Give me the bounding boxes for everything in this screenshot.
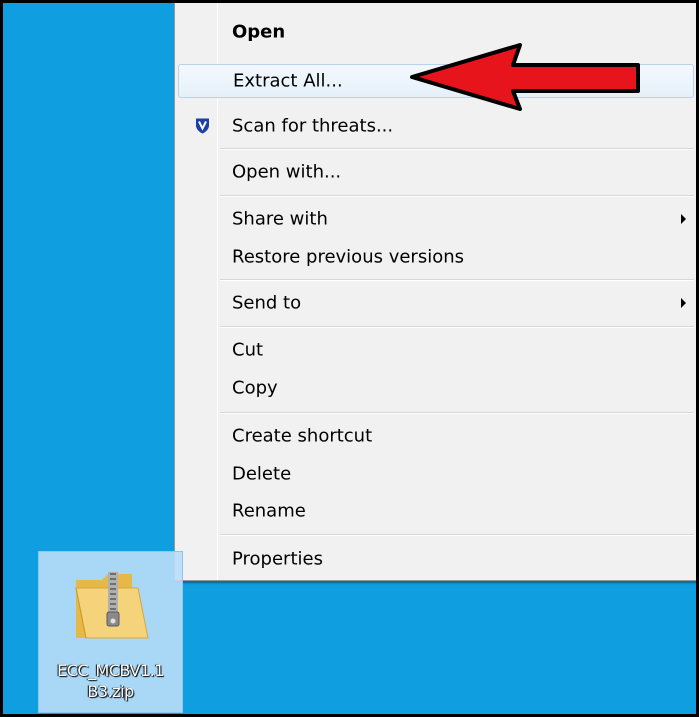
menu-separator <box>220 412 694 414</box>
menu-item-label: Scan for threats... <box>232 115 394 137</box>
menu-separator <box>220 534 694 536</box>
menu-item-label: Send to <box>232 292 302 314</box>
menu-item-rename[interactable]: Rename <box>178 494 694 528</box>
menu-item-label: Restore previous versions <box>232 246 465 268</box>
menu-item-copy[interactable]: Copy <box>178 371 694 405</box>
menu-separator <box>220 279 694 281</box>
submenu-arrow-icon <box>681 298 686 308</box>
menu-item-open-with[interactable]: Open with... <box>178 155 694 189</box>
menu-item-label: Extract All... <box>233 70 343 92</box>
menu-item-share-with[interactable]: Share with <box>178 202 694 236</box>
menu-item-properties[interactable]: Properties <box>178 542 694 576</box>
file-name-label: ECC_MCBV1.1 B3.zip <box>39 660 182 702</box>
menu-separator <box>220 195 694 197</box>
menu-item-label: Properties <box>232 548 323 570</box>
file-name-line1: ECC_MCBV1.1 <box>57 661 164 680</box>
menu-item-label: Rename <box>232 500 306 522</box>
menu-item-create-shortcut[interactable]: Create shortcut <box>178 419 694 453</box>
desktop-file-zip[interactable]: ECC_MCBV1.1 B3.zip <box>38 551 183 713</box>
menu-item-label: Create shortcut <box>232 425 373 447</box>
file-name-line2: B3.zip <box>87 682 134 701</box>
menu-item-label: Open <box>232 21 286 43</box>
menu-item-label: Copy <box>232 377 278 399</box>
menu-item-restore-previous-versions[interactable]: Restore previous versions <box>178 240 694 274</box>
desktop[interactable]: Open Extract All... Scan for threats... … <box>3 3 696 714</box>
menu-item-cut[interactable]: Cut <box>178 333 694 367</box>
menu-item-label: Cut <box>232 339 264 361</box>
menu-item-send-to[interactable]: Send to <box>178 286 694 320</box>
submenu-arrow-icon <box>681 214 686 224</box>
menu-separator <box>220 326 694 328</box>
menu-item-scan-for-threats[interactable]: Scan for threats... <box>178 109 694 143</box>
menu-item-label: Open with... <box>232 161 342 183</box>
menu-item-label: Delete <box>232 463 292 485</box>
menu-item-delete[interactable]: Delete <box>178 457 694 491</box>
shield-icon <box>196 118 209 134</box>
menu-item-label: Share with <box>232 208 328 230</box>
zip-folder-icon <box>75 572 149 639</box>
screenshot-frame: Open Extract All... Scan for threats... … <box>0 0 699 717</box>
red-arrow-icon <box>410 43 640 111</box>
menu-separator <box>220 148 694 150</box>
